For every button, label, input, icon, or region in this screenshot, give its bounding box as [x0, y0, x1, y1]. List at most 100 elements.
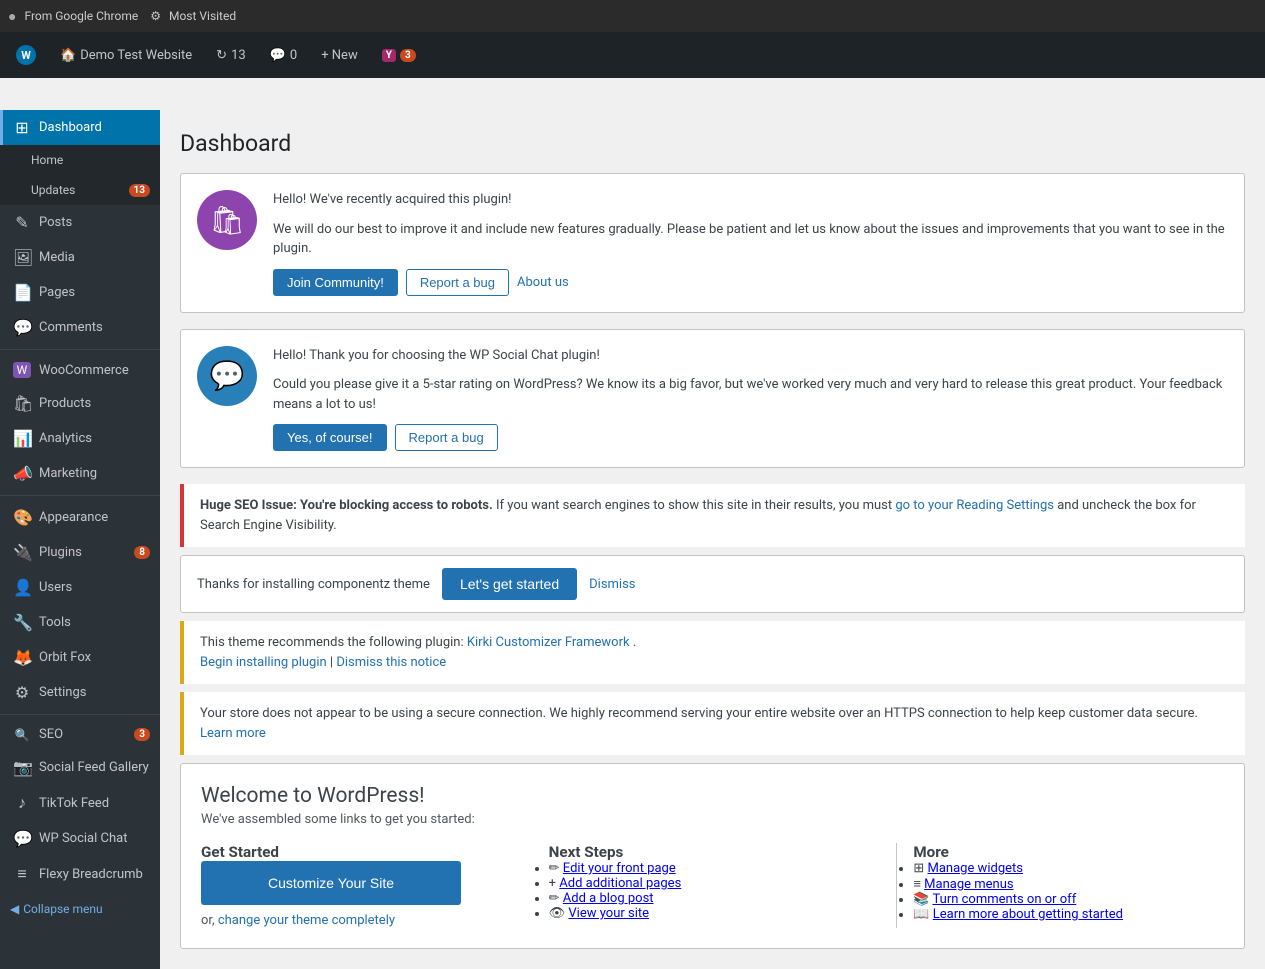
home-icon: 🏠	[60, 48, 76, 63]
admin-bar: W 🏠 Demo Test Website ↻ 13 💬 0 + New Y 3	[0, 32, 1265, 78]
sidebar-item-analytics[interactable]: 📊 Analytics	[0, 421, 160, 456]
store-notice-text: Your store does not appear to be using a…	[200, 706, 1198, 721]
get-started-heading: Get Started	[201, 843, 529, 861]
sidebar-label-analytics: Analytics	[39, 431, 92, 446]
sidebar-item-flexy[interactable]: ≡ Flexy Breadcrumb	[0, 856, 160, 892]
sidebar-item-products[interactable]: 🛍 Products	[0, 386, 160, 421]
edit-front-link[interactable]: Edit your front page	[563, 861, 676, 876]
lets-get-started-button[interactable]: Let's get started	[442, 568, 577, 600]
sidebar-item-home[interactable]: Home	[0, 145, 160, 175]
plugin-acquisition-notice: 🛍 Hello! We've recently acquired this pl…	[180, 173, 1245, 313]
new-item[interactable]: + New	[315, 44, 364, 67]
wp-layout: ⊞ Dashboard Home Updates 13 ✎ Posts 🖼 Me…	[0, 110, 1265, 969]
sidebar-divider-1	[0, 349, 160, 350]
more-link-4[interactable]: Learn more about getting started	[933, 907, 1123, 922]
welcome-box: Welcome to WordPress! We've assembled so…	[180, 763, 1245, 949]
next-step-4[interactable]: 👁 View your site	[549, 906, 877, 921]
notice1-text1: Hello! We've recently acquired this plug…	[273, 190, 1228, 210]
view-site-link[interactable]: View your site	[568, 906, 649, 921]
customize-site-button[interactable]: Customize Your Site	[201, 861, 461, 905]
notice2-text2: Could you please give it a 5-star rating…	[273, 375, 1228, 414]
appearance-icon: 🎨	[13, 508, 31, 527]
dashboard-icon: ⊞	[13, 118, 31, 137]
chat-icon-circle: 💬	[197, 346, 257, 406]
or-text: or, change your theme completely	[201, 913, 529, 928]
sidebar-item-woocommerce[interactable]: W WooCommerce	[0, 354, 160, 386]
sidebar-item-tiktok[interactable]: ♪ TikTok Feed	[0, 785, 160, 821]
more-link-1[interactable]: Manage widgets	[927, 861, 1023, 876]
kirki-link[interactable]: Kirki Customizer Framework	[467, 635, 630, 650]
sidebar-label-posts: Posts	[39, 215, 72, 230]
sidebar-item-users[interactable]: 👤 Users	[0, 570, 160, 605]
dismiss-theme-link[interactable]: Dismiss	[589, 571, 635, 598]
more-link-2[interactable]: Manage menus	[924, 877, 1013, 892]
sidebar-item-wp-social[interactable]: 💬 WP Social Chat	[0, 821, 160, 856]
learn-more-link[interactable]: Learn more	[200, 726, 266, 741]
sidebar-item-comments[interactable]: 💬 Comments	[0, 310, 160, 345]
report-bug-button-2[interactable]: Report a bug	[395, 424, 498, 451]
report-bug-button-1[interactable]: Report a bug	[406, 269, 509, 296]
more-list: ⊞ Manage widgets ≡ Manage menus 📚 Turn c…	[913, 861, 1224, 922]
updates-badge: 13	[129, 184, 150, 197]
sidebar-item-pages[interactable]: 📄 Pages	[0, 275, 160, 310]
more-item-1[interactable]: ⊞ Manage widgets	[913, 861, 1224, 876]
sidebar-item-orbit-fox[interactable]: 🦊 Orbit Fox	[0, 640, 160, 675]
sidebar-item-social-feed[interactable]: 📷 Social Feed Gallery	[0, 750, 160, 785]
sidebar-label-tiktok: TikTok Feed	[39, 796, 109, 811]
sidebar-item-seo[interactable]: 🔍 SEO 3	[0, 719, 160, 750]
tools-icon: 🔧	[13, 613, 31, 632]
sidebar-label-wp-social: WP Social Chat	[39, 831, 127, 846]
comments-item[interactable]: 💬 0	[264, 44, 304, 67]
sidebar-submenu-dashboard: Home Updates 13	[0, 145, 160, 205]
updates-item[interactable]: ↻ 13	[210, 44, 252, 67]
updates-count: 13	[231, 48, 246, 63]
site-name-item[interactable]: 🏠 Demo Test Website	[54, 44, 198, 67]
yoast-icon: Y	[382, 49, 396, 62]
sidebar-item-appearance[interactable]: 🎨 Appearance	[0, 500, 160, 535]
social-feed-icon: 📷	[13, 758, 31, 777]
sidebar-item-settings[interactable]: ⚙ Settings	[0, 675, 160, 710]
change-theme-link[interactable]: change your theme completely	[218, 913, 395, 928]
wp-logo-item[interactable]: W	[10, 41, 42, 69]
next-step-1[interactable]: ✏ Edit your front page	[549, 861, 877, 876]
sidebar-item-media[interactable]: 🖼 Media	[0, 240, 160, 275]
dismiss-plugin-link[interactable]: Dismiss this notice	[336, 655, 446, 670]
next-step-2[interactable]: + Add additional pages	[549, 876, 877, 891]
add-post-link[interactable]: Add a blog post	[563, 891, 654, 906]
collapse-menu[interactable]: ◀ Collapse menu	[0, 892, 160, 926]
plugin-icon: 🛍	[197, 190, 257, 250]
more-item-4[interactable]: 📖 Learn more about getting started	[913, 907, 1224, 922]
sidebar-item-dashboard[interactable]: ⊞ Dashboard	[0, 110, 160, 145]
welcome-title: Welcome to WordPress!	[201, 784, 1224, 808]
notice1-text2: We will do our best to improve it and in…	[273, 220, 1228, 259]
sidebar-item-marketing[interactable]: 📣 Marketing	[0, 456, 160, 491]
yoast-badge: 3	[400, 49, 416, 62]
about-us-link[interactable]: About us	[517, 269, 569, 296]
seo-notice-text2: If you want search engines to show this …	[496, 498, 895, 513]
next-step-3[interactable]: ✏ Add a blog post	[549, 891, 877, 906]
yoast-item[interactable]: Y 3	[376, 45, 422, 66]
sidebar-item-tools[interactable]: 🔧 Tools	[0, 605, 160, 640]
sidebar-item-posts[interactable]: ✎ Posts	[0, 205, 160, 240]
new-label: + New	[321, 48, 358, 63]
add-pages-link[interactable]: Add additional pages	[559, 876, 681, 891]
yes-of-course-button[interactable]: Yes, of course!	[273, 424, 387, 451]
seo-badge: 3	[134, 728, 150, 741]
most-visited-label: Most Visited	[169, 9, 236, 23]
sidebar-divider-3	[0, 714, 160, 715]
reading-settings-link[interactable]: go to your Reading Settings	[895, 498, 1054, 513]
sidebar-label-woocommerce: WooCommerce	[39, 363, 129, 378]
add-post-icon: ✏	[549, 891, 560, 906]
join-community-button[interactable]: Join Community!	[273, 269, 398, 296]
begin-installing-link[interactable]: Begin installing plugin	[200, 655, 327, 670]
comments-icon: 💬	[13, 318, 31, 337]
sidebar-label-home: Home	[31, 153, 63, 167]
sidebar-label-updates: Updates	[31, 183, 75, 197]
sidebar-item-plugins[interactable]: 🔌 Plugins 8	[0, 535, 160, 570]
updates-icon: ↻	[216, 48, 227, 63]
more-heading: More	[913, 843, 1224, 861]
more-item-2[interactable]: ≡ Manage menus	[913, 876, 1224, 892]
sidebar-item-updates[interactable]: Updates 13	[0, 175, 160, 205]
plugin-recommendation-notice: This theme recommends the following plug…	[180, 621, 1245, 684]
edit-front-icon: ✏	[549, 861, 560, 876]
